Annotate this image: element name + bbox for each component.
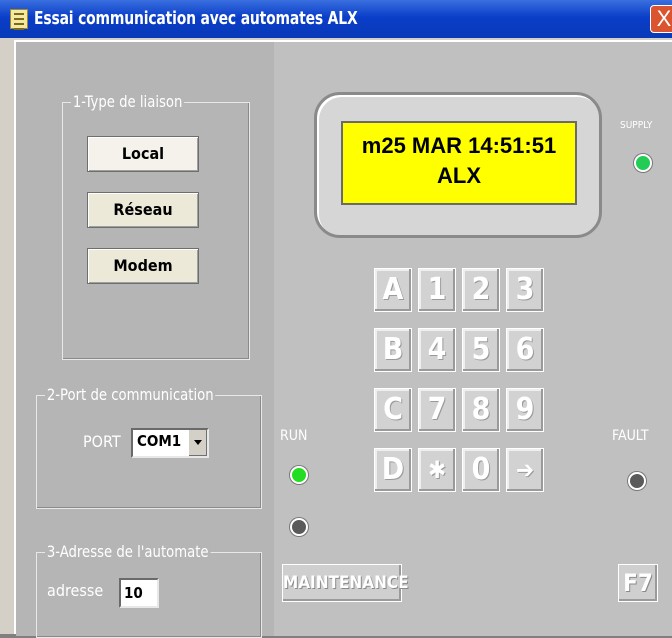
address-label: adresse: [47, 581, 104, 600]
key-a[interactable]: A: [374, 268, 412, 312]
main-window: Essai communication avec automates ALX X…: [0, 0, 672, 638]
group-link-type: 1-Type de liaison Local Réseau Modem: [62, 92, 250, 360]
key-8[interactable]: 8: [462, 388, 500, 432]
address-input[interactable]: 10: [119, 578, 159, 608]
fault-label: FAULT: [612, 428, 649, 444]
key-d[interactable]: D: [374, 448, 412, 492]
app-icon: [10, 9, 28, 30]
key-c[interactable]: C: [374, 388, 412, 432]
group-port: 2-Port de communication PORT COM1: [36, 385, 262, 509]
close-button[interactable]: X: [650, 5, 672, 33]
run-led: [290, 466, 308, 484]
supply-label: SUPPLY: [620, 120, 653, 131]
lcd-display: m25 MAR 14:51:51 ALX: [341, 121, 577, 205]
modem-button[interactable]: Modem: [87, 248, 199, 284]
reseau-button[interactable]: Réseau: [87, 192, 199, 228]
status-led: [290, 518, 308, 536]
group-address: 3-Adresse de l'automate adresse 10: [36, 542, 262, 638]
port-label: PORT: [83, 432, 121, 451]
f7-button[interactable]: F7: [618, 564, 658, 602]
key-star[interactable]: ✱: [418, 448, 456, 492]
key-2[interactable]: 2: [462, 268, 500, 312]
left-panel: 1-Type de liaison Local Réseau Modem 2-P…: [16, 42, 274, 638]
key-1[interactable]: 1: [418, 268, 456, 312]
port-select[interactable]: COM1: [131, 428, 209, 458]
key-6[interactable]: 6: [506, 328, 544, 372]
group-address-label: 3-Adresse de l'automate: [45, 542, 211, 561]
group-port-label: 2-Port de communication: [45, 385, 216, 404]
lcd-line-1: m25 MAR 14:51:51: [361, 133, 557, 158]
client-area: 1-Type de liaison Local Réseau Modem 2-P…: [14, 40, 672, 638]
key-3[interactable]: 3: [506, 268, 544, 312]
window-title: Essai communication avec automates ALX: [34, 8, 358, 29]
fault-led: [628, 472, 646, 490]
maintenance-button[interactable]: MAINTENANCE: [282, 564, 409, 602]
automate-device: m25 MAR 14:51:51 ALX SUPPLY RUN FAULT A …: [274, 42, 672, 636]
key-9[interactable]: 9: [506, 388, 544, 432]
key-b[interactable]: B: [374, 328, 412, 372]
group-link-type-label: 1-Type de liaison: [71, 92, 185, 111]
key-enter-arrow[interactable]: ➔: [506, 448, 544, 492]
local-button[interactable]: Local: [87, 136, 199, 172]
lcd-frame: m25 MAR 14:51:51 ALX: [314, 92, 602, 238]
run-label: RUN: [280, 428, 308, 444]
title-bar[interactable]: Essai communication avec automates ALX X: [0, 0, 672, 38]
supply-led: [634, 154, 652, 172]
lcd-line-2: ALX: [437, 163, 481, 188]
key-5[interactable]: 5: [462, 328, 500, 372]
chevron-down-icon[interactable]: [188, 430, 207, 456]
port-select-value: COM1: [137, 432, 182, 450]
key-4[interactable]: 4: [418, 328, 456, 372]
key-7[interactable]: 7: [418, 388, 456, 432]
key-0[interactable]: 0: [462, 448, 500, 492]
